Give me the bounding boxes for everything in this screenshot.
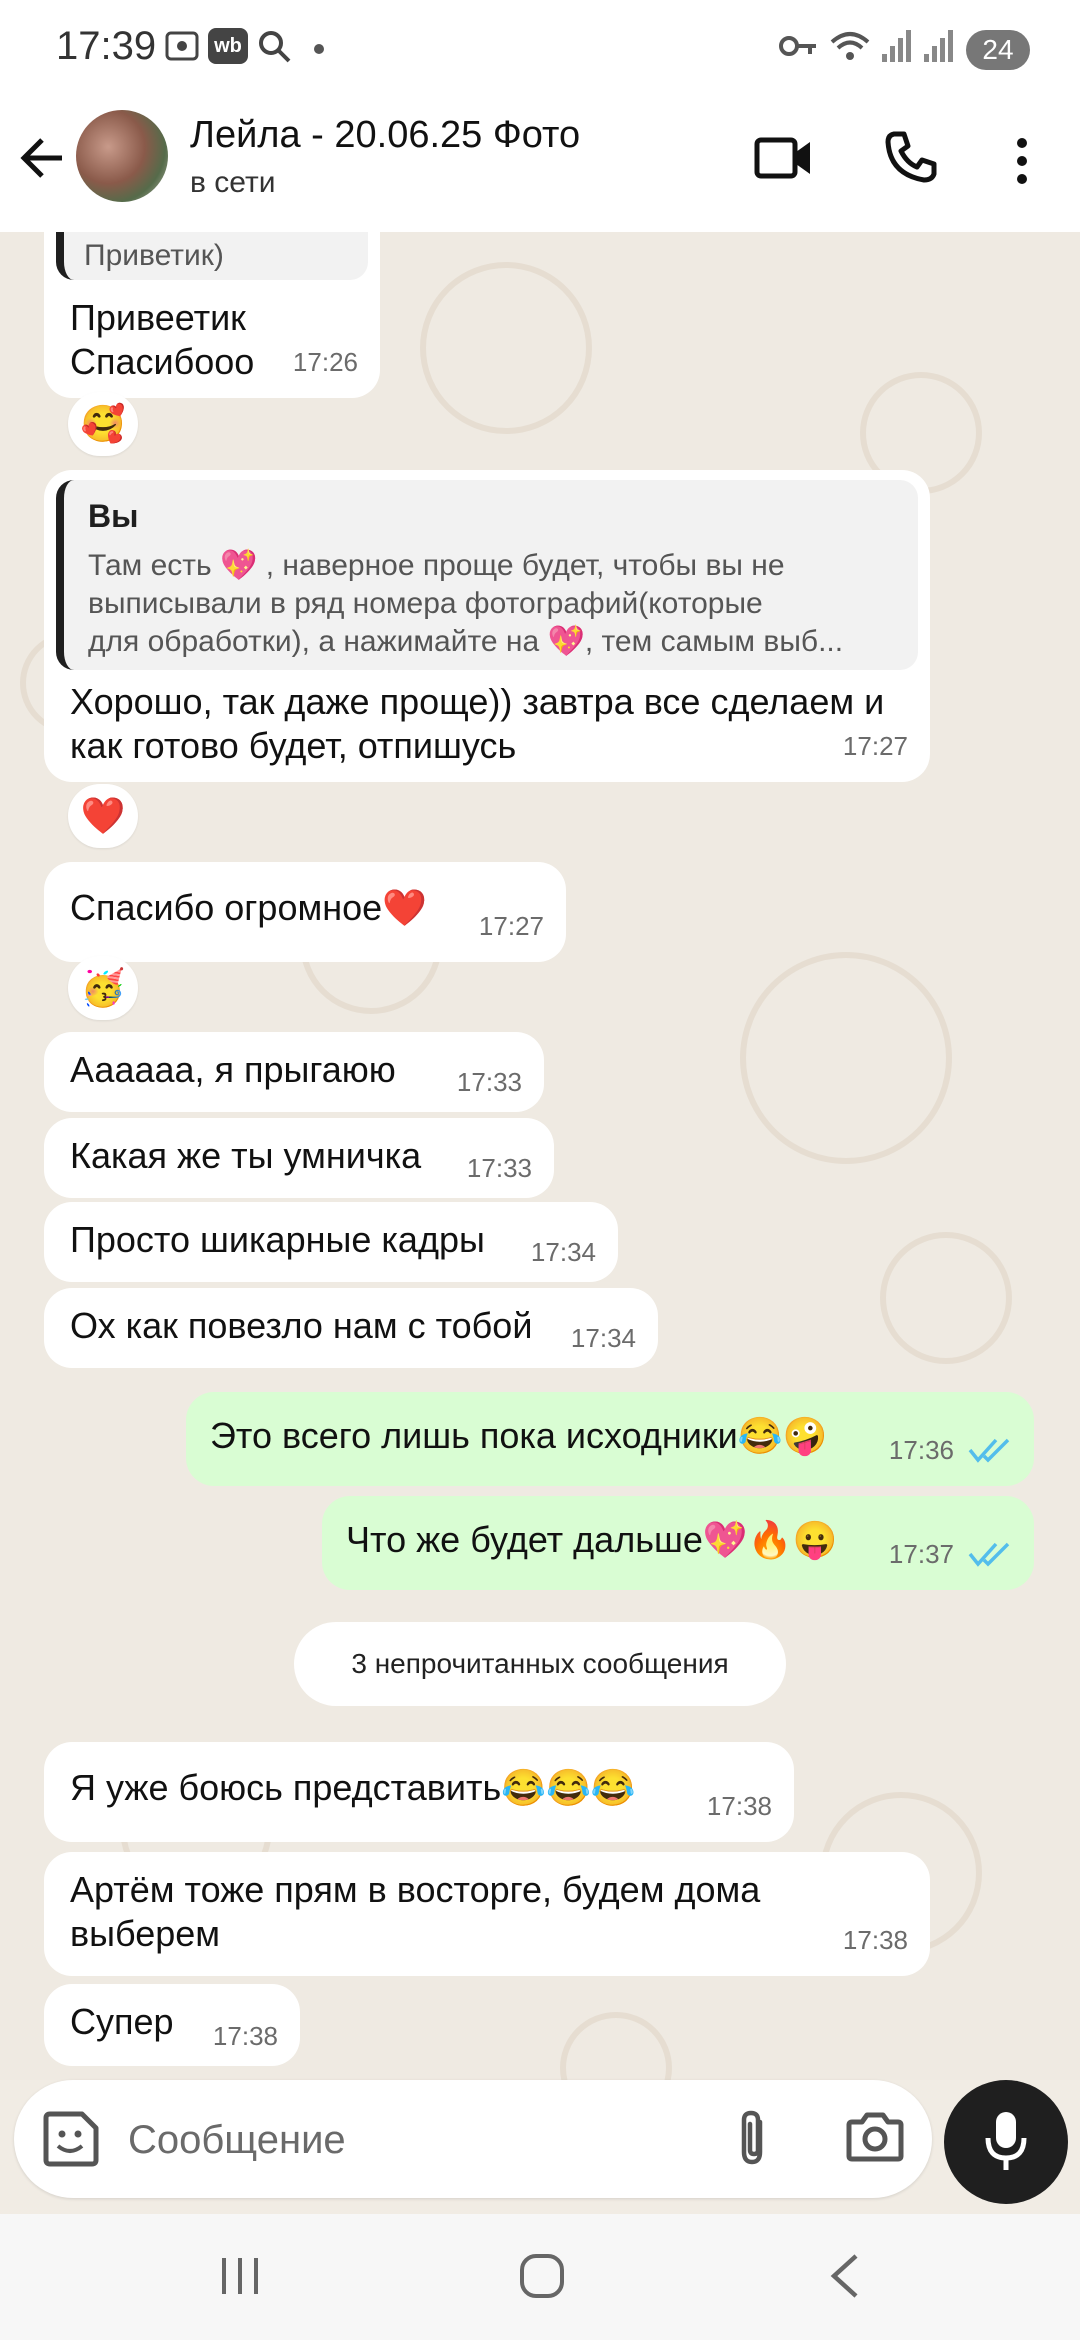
message-time: 17:36	[888, 1435, 954, 1465]
message-time: 17:34	[530, 1237, 596, 1267]
message-time: 17:33	[466, 1153, 532, 1183]
system-navigation-bar	[0, 2214, 1080, 2340]
message-bubble-incoming[interactable]: Аааааа, я прыгаюю 17:33	[44, 1032, 544, 1112]
message-bubble-incoming[interactable]: Просто шикарные кадры 17:34	[44, 1202, 618, 1282]
message-bubble-incoming[interactable]: Ох как повезло нам с тобой 17:34	[44, 1288, 658, 1368]
message-composer	[14, 2080, 932, 2198]
chat-area[interactable]: Приветик) Привеетик Спасибооо 17:26 🥰 Вы…	[0, 232, 1080, 2080]
quoted-text: Приветик)	[84, 239, 224, 272]
reaction-badge[interactable]: 🥳	[68, 956, 138, 1020]
message-time: 17:33	[456, 1067, 522, 1097]
wifi-icon	[828, 28, 872, 69]
quoted-message[interactable]: Приветик)	[56, 232, 368, 280]
key-icon	[778, 28, 818, 69]
signal-icon-2	[922, 28, 954, 69]
message-text: Ох как повезло нам с тобой	[70, 1305, 533, 1346]
voice-message-button[interactable]	[944, 2080, 1068, 2204]
message-text: как готово будет, отпишусь	[70, 725, 517, 766]
message-text: Это всего лишь пока исходники😂🤪	[210, 1415, 828, 1456]
camera-icon[interactable]	[846, 2110, 904, 2167]
video-call-icon[interactable]	[754, 134, 814, 187]
message-bubble-outgoing[interactable]: Это всего лишь пока исходники😂🤪 17:36	[186, 1392, 1034, 1486]
more-options-icon[interactable]	[1012, 136, 1032, 191]
back-nav-icon[interactable]	[826, 2252, 862, 2305]
message-text: Привеетик	[70, 297, 246, 338]
screenshot-icon	[164, 28, 200, 69]
message-bubble-incoming[interactable]: Вы Там есть 💖 , наверное проще будет, чт…	[44, 470, 930, 782]
message-text: Хорошо, так даже проще)) завтра все сдел…	[70, 681, 885, 722]
message-time: 17:38	[706, 1791, 772, 1821]
message-time: 17:27	[478, 911, 544, 941]
message-input[interactable]	[126, 2102, 690, 2178]
message-bubble-incoming[interactable]: Спасибо огромное❤️ 17:27	[44, 862, 566, 962]
message-bubble-incoming[interactable]: Супер 17:38	[44, 1984, 300, 2066]
back-arrow-icon[interactable]	[18, 134, 66, 187]
message-time: 17:26	[292, 347, 358, 377]
message-text: Я уже боюсь представить😂😂😂	[70, 1767, 636, 1808]
search-status-icon	[256, 28, 292, 69]
message-time: 17:27	[842, 731, 908, 761]
attach-paperclip-icon[interactable]	[732, 2108, 772, 2173]
message-bubble-outgoing[interactable]: Что же будет дальше💖🔥😛 17:37	[322, 1496, 1034, 1590]
message-bubble-incoming[interactable]: Какая же ты умничка 17:33	[44, 1118, 554, 1198]
wb-app-icon: wb	[208, 28, 248, 64]
chat-header: Лейла - 20.06.25 Фото в сети	[0, 100, 1080, 233]
message-time: 17:38	[212, 2021, 278, 2051]
read-ticks-icon	[968, 1534, 1014, 1578]
recent-apps-icon[interactable]	[218, 2254, 262, 2303]
sticker-emoji-icon[interactable]	[42, 2110, 100, 2173]
message-text: Аааааа, я прыгаюю	[70, 1049, 396, 1090]
voice-call-icon[interactable]	[884, 130, 938, 189]
message-text: Супер	[70, 2001, 174, 2042]
home-icon[interactable]	[518, 2252, 566, 2305]
message-time: 17:37	[888, 1539, 954, 1569]
message-text: выберем	[70, 1913, 221, 1954]
quote-author: Вы	[88, 498, 139, 534]
contact-name[interactable]: Лейла - 20.06.25 Фото	[190, 114, 580, 157]
message-time: 17:34	[570, 1323, 636, 1353]
quoted-message[interactable]: Вы Там есть 💖 , наверное проще будет, чт…	[56, 480, 918, 670]
message-bubble-incoming[interactable]: Приветик) Привеетик Спасибооо 17:26	[44, 232, 380, 398]
message-text: Какая же ты умничка	[70, 1135, 422, 1176]
status-time: 17:39	[56, 24, 157, 68]
contact-status: в сети	[190, 166, 276, 199]
contact-avatar[interactable]	[76, 110, 168, 202]
message-text: Что же будет дальше💖🔥😛	[346, 1519, 838, 1560]
notification-dot-icon	[314, 44, 324, 54]
message-text: Артём тоже прям в восторге, будем дома	[70, 1869, 761, 1910]
microphone-icon	[984, 2110, 1028, 2179]
message-text: Просто шикарные кадры	[70, 1219, 485, 1260]
unread-messages-divider: 3 непрочитанных сообщения	[294, 1622, 786, 1706]
message-bubble-incoming[interactable]: Я уже боюсь представить😂😂😂 17:38	[44, 1742, 794, 1842]
quote-text: для обработки), а нажимайте на 💖, тем са…	[88, 625, 844, 658]
signal-icon-1	[880, 28, 912, 69]
battery-indicator: 24	[966, 30, 1030, 70]
read-ticks-icon	[968, 1430, 1014, 1474]
message-text: Спасибо огромное❤️	[70, 887, 427, 928]
reaction-badge[interactable]: 🥰	[68, 392, 138, 456]
reaction-badge[interactable]: ❤️	[68, 784, 138, 848]
message-bubble-incoming[interactable]: Артём тоже прям в восторге, будем дома в…	[44, 1852, 930, 1976]
status-bar: 17:39 wb 24	[0, 0, 1080, 100]
message-time: 17:38	[842, 1925, 908, 1955]
message-text: Спасибооо	[70, 341, 255, 382]
